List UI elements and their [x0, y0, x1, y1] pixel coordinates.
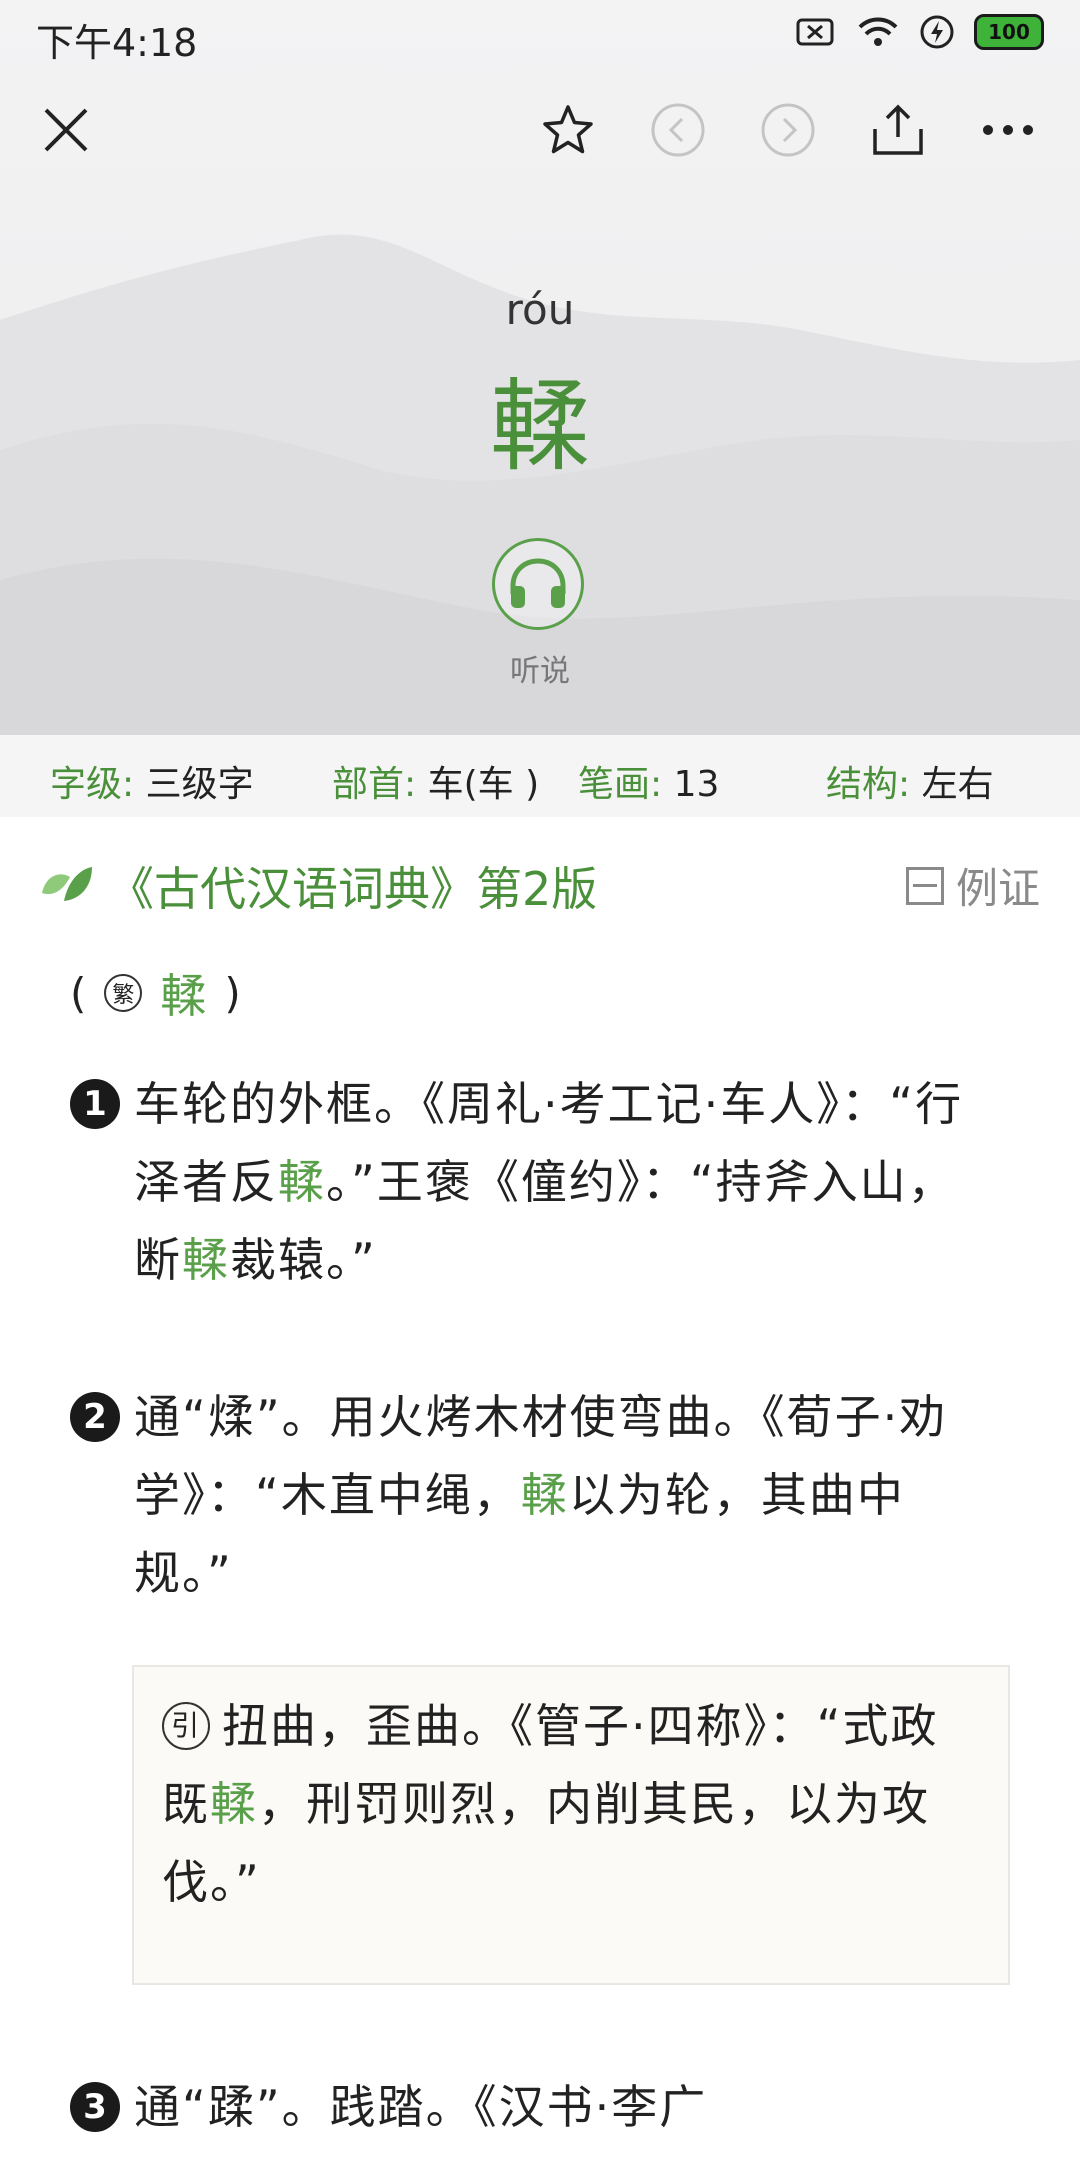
status-icons: 100 [796, 14, 1044, 50]
info-level: 字级: 三级字 [50, 755, 254, 807]
highlight-character: 輮 [278, 1155, 326, 1209]
definition-1: 1 车轮的外框。《周礼·考工记·车人》：“行泽者反輮。”王褒《僮约》：“持斧入山… [70, 1065, 1000, 1299]
traditional-form: ( 繁 輮 ) [70, 960, 241, 1026]
listen-label: 听说 [510, 654, 570, 689]
extended-badge: 引 [162, 1701, 210, 1750]
extended-segment: ，刑罚则烈，内削其民，以为攻伐。” [162, 1777, 930, 1909]
traditional-badge: 繁 [104, 974, 143, 1012]
entry-header: 下午4:18 100 róu 輮 听说 [0, 0, 1080, 735]
status-bar: 下午4:18 100 [0, 0, 1080, 70]
dictionary-header: 《古代汉语词典》第2版 例证 [0, 845, 1080, 925]
example-toggle-button[interactable]: 例证 [905, 855, 1040, 916]
info-structure-value: 左右 [921, 764, 994, 805]
pinyin: róu [505, 285, 575, 334]
extended-meaning-box: 引扭曲，歪曲。《管子·四称》：“式政既輮，刑罚则烈，内削其民，以为攻伐。” [132, 1665, 1010, 1985]
definition-3: 3 通“蹂”。践踏。《汉书·李广 [70, 2068, 1000, 2146]
listen-button[interactable] [492, 538, 584, 630]
highlight-character: 輮 [520, 1468, 569, 1522]
toolbar [0, 90, 1080, 170]
previous-button[interactable] [638, 90, 718, 170]
more-icon [983, 125, 1033, 135]
highlight-character: 輮 [182, 1233, 230, 1287]
definition-2: 2 通“煣”。用火烤木材使弯曲。《荀子·劝学》：“木直中绳，輮以为轮，其曲中规。… [70, 1378, 1000, 1612]
info-level-key: 字级: [50, 764, 135, 805]
info-structure-key: 结构: [826, 764, 911, 805]
next-button[interactable] [748, 90, 828, 170]
info-strokes: 笔画: 13 [578, 755, 719, 807]
headphones-icon [510, 558, 566, 608]
definition-number: 3 [70, 2082, 120, 2132]
info-radical-key: 部首: [332, 764, 417, 805]
more-button[interactable] [968, 90, 1048, 170]
wifi-icon [858, 17, 898, 46]
definition-segment: 通“蹂”。践踏。《汉书·李广 [134, 2080, 708, 2134]
close-icon [44, 108, 88, 152]
chevron-right-icon [761, 103, 815, 157]
definition-number: 1 [70, 1079, 120, 1129]
info-radical: 部首: 车(车 ) [332, 755, 539, 807]
info-structure: 结构: 左右 [826, 755, 994, 807]
definition-text: 车轮的外框。《周礼·考工记·车人》：“行泽者反輮。”王褒《僮约》：“持斧入山，断… [134, 1065, 1000, 1299]
status-time: 下午4:18 [36, 21, 198, 65]
share-button[interactable] [858, 90, 938, 170]
character-info-row: 字级: 三级字 部首: 车(车 ) 笔画: 13 结构: 左右 [0, 735, 1080, 817]
share-icon [873, 104, 923, 155]
definition-segment: 裁辕。” [230, 1233, 377, 1287]
info-strokes-key: 笔画: [578, 764, 663, 805]
traditional-character[interactable]: 輮 [160, 960, 206, 1026]
close-button[interactable] [26, 90, 106, 170]
definition-text: 通“蹂”。践踏。《汉书·李广 [134, 2068, 1000, 2146]
sim-off-icon [796, 18, 834, 46]
charging-icon [920, 15, 954, 49]
leaf-icon [42, 867, 92, 901]
star-icon [543, 105, 593, 154]
info-strokes-value: 13 [673, 764, 720, 805]
collapse-icon [905, 866, 944, 905]
highlight-character: 輮 [210, 1777, 258, 1831]
example-label: 例证 [955, 864, 1040, 913]
definition-number: 2 [70, 1392, 120, 1442]
dictionary-title: 《古代汉语词典》第2版 [108, 862, 598, 916]
definition-text: 通“煣”。用火烤木材使弯曲。《荀子·劝学》：“木直中绳，輮以为轮，其曲中规。” [134, 1378, 1000, 1612]
battery-indicator: 100 [974, 14, 1044, 50]
info-radical-value: 车(车 ) [427, 764, 540, 805]
favorite-button[interactable] [528, 90, 608, 170]
headword-character: 輮 [490, 368, 590, 485]
chevron-left-icon [651, 103, 705, 157]
info-level-value: 三级字 [145, 764, 254, 805]
traditional-close-paren: ) [224, 968, 241, 1018]
traditional-open-paren: ( [70, 968, 87, 1018]
